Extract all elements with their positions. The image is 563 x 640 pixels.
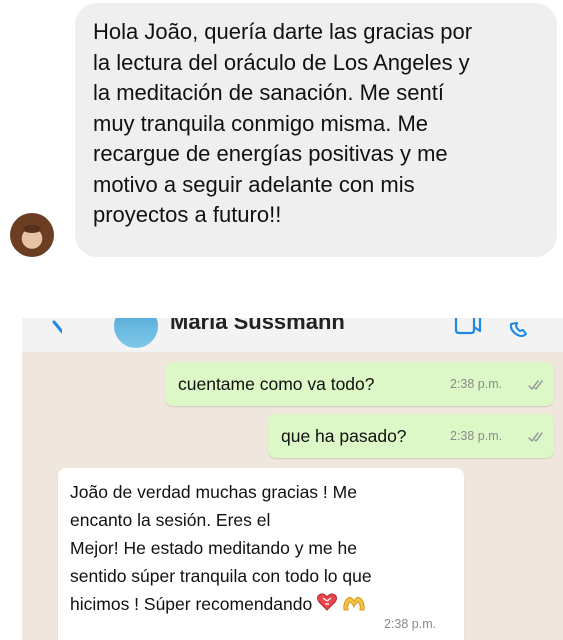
double-check-icon xyxy=(528,432,543,442)
video-call-icon[interactable] xyxy=(452,318,482,340)
back-arrow-icon[interactable] xyxy=(32,320,62,340)
instagram-message-section: Hola João, quería darte las gracias por … xyxy=(0,0,563,262)
message-timestamp: 2:38 p.m. xyxy=(450,377,503,391)
heart-hands-icon xyxy=(343,596,365,611)
instagram-message-text: Hola João, quería darte las gracias por … xyxy=(93,19,473,227)
heart-icon xyxy=(317,593,338,611)
message-timestamp: 2:38 p.m. xyxy=(450,429,503,443)
outgoing-message-bubble[interactable]: que ha pasado? 2:38 p.m. xyxy=(268,414,554,458)
whatsapp-chat-section: Maria Sussmann cuentame como va todo? 2:… xyxy=(22,318,563,640)
message-text: que ha pasado? xyxy=(281,426,407,446)
outgoing-message-bubble[interactable]: cuentame como va todo? 2:38 p.m. xyxy=(165,362,554,406)
instagram-message-bubble[interactable]: Hola João, quería darte las gracias por … xyxy=(75,3,557,257)
message-text: cuentame como va todo? xyxy=(178,374,375,394)
message-text: João de verdad muchas gracias ! Me encan… xyxy=(70,478,460,618)
phone-icon[interactable] xyxy=(508,318,532,342)
chat-header: Maria Sussmann xyxy=(22,318,563,352)
message-timestamp: 2:38 p.m. xyxy=(384,617,437,631)
sender-avatar[interactable] xyxy=(10,213,54,257)
double-check-icon xyxy=(528,380,543,390)
contact-avatar[interactable] xyxy=(114,318,158,348)
section-divider xyxy=(0,264,563,316)
incoming-message-bubble[interactable]: João de verdad muchas gracias ! Me encan… xyxy=(58,468,464,640)
contact-name[interactable]: Maria Sussmann xyxy=(170,318,345,335)
